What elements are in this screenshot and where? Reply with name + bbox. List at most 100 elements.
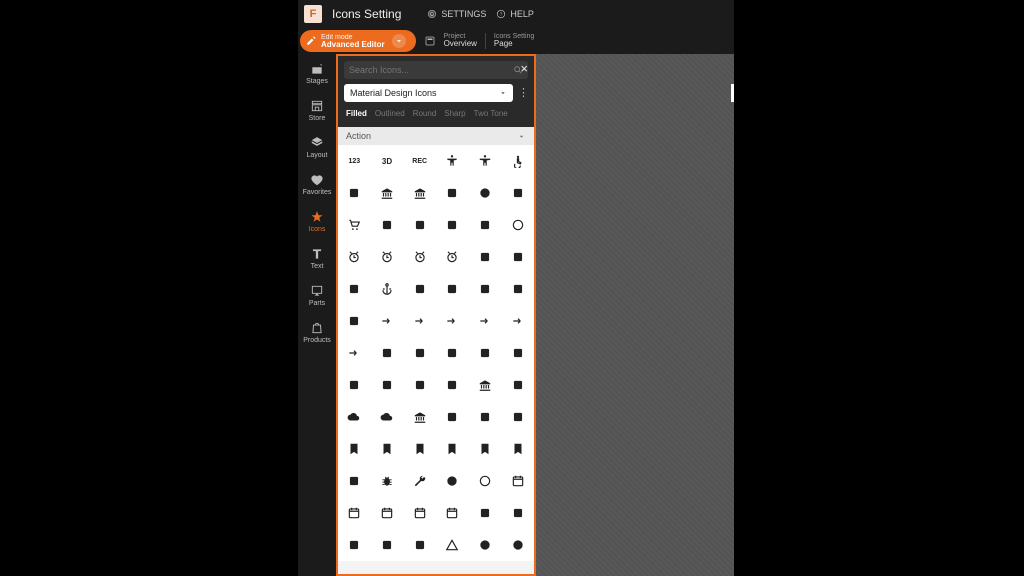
edit-mode-pill[interactable]: Edit mode Advanced Editor — [300, 30, 416, 52]
icon-article[interactable] — [371, 337, 404, 369]
icon-card-travel[interactable] — [403, 529, 436, 561]
icon-calendar-month[interactable] — [501, 465, 534, 497]
close-panel-button[interactable]: × — [520, 62, 528, 75]
sidebar-item-products[interactable]: Products — [300, 321, 334, 344]
icon-admin-panel-settings[interactable] — [469, 209, 502, 241]
style-tab-two-tone[interactable]: Two Tone — [474, 109, 508, 118]
icon-build[interactable] — [403, 465, 436, 497]
icon-assignment[interactable] — [469, 337, 502, 369]
icon-bookmarks[interactable] — [501, 433, 534, 465]
library-select[interactable]: Material Design Icons — [344, 84, 513, 102]
icon-anchor[interactable] — [371, 273, 404, 305]
panel-more-button[interactable]: ⋮ — [518, 91, 528, 95]
search-field[interactable] — [344, 61, 528, 79]
icon-assignment-late[interactable] — [338, 369, 371, 401]
icon-change-history[interactable] — [436, 529, 469, 561]
style-tab-round[interactable]: Round — [413, 109, 437, 118]
icon-bookmark-add[interactable] — [371, 433, 404, 465]
icon-assignment-ind[interactable] — [501, 337, 534, 369]
style-tab-sharp[interactable]: Sharp — [444, 109, 465, 118]
icon-add-shopping-cart[interactable] — [338, 209, 371, 241]
category-header[interactable]: Action — [338, 127, 534, 145]
icon-ads-click[interactable] — [501, 209, 534, 241]
icon-assignment-turned-in[interactable] — [436, 369, 469, 401]
icon-cancel-schedule-send[interactable] — [501, 497, 534, 529]
icon-app-shortcut[interactable] — [338, 305, 371, 337]
icon-arrow-circle-left[interactable] — [403, 305, 436, 337]
icon-123[interactable]: 123 — [338, 145, 371, 177]
icon-bookmark[interactable] — [338, 433, 371, 465]
icon-bug-report[interactable] — [371, 465, 404, 497]
search-input[interactable] — [349, 65, 513, 75]
icon-account-circle[interactable] — [469, 177, 502, 209]
icon-bookmark-remove[interactable] — [469, 433, 502, 465]
icon-api[interactable] — [469, 273, 502, 305]
icon-arrow-right-alt[interactable] — [338, 337, 371, 369]
icon-check-circle-outline[interactable] — [501, 529, 534, 561]
sidebar-item-favorites[interactable]: Favorites — [300, 173, 334, 196]
icon-backup-table[interactable] — [371, 401, 404, 433]
icon-calendar-view-day[interactable] — [371, 497, 404, 529]
icon-autorenew[interactable] — [501, 369, 534, 401]
icon-book[interactable] — [469, 401, 502, 433]
icon-arrow-circle-up[interactable] — [469, 305, 502, 337]
icon-arrow-circle-right[interactable] — [436, 305, 469, 337]
icon-android[interactable] — [403, 273, 436, 305]
icon-assessment[interactable] — [436, 337, 469, 369]
icon-announcement[interactable] — [436, 273, 469, 305]
icon-calendar-view-month[interactable] — [403, 497, 436, 529]
icon-backup[interactable] — [338, 401, 371, 433]
icon-build-circle[interactable] — [436, 465, 469, 497]
help-link[interactable]: ? HELP — [496, 9, 534, 19]
style-tab-outlined[interactable]: Outlined — [375, 109, 405, 118]
icon-accessible[interactable] — [501, 145, 534, 177]
icon-analytics[interactable] — [338, 273, 371, 305]
icon-account-balance[interactable] — [371, 177, 404, 209]
icon-assured-workload[interactable] — [469, 369, 502, 401]
canvas-object[interactable] — [731, 84, 734, 102]
icon-add-card[interactable] — [501, 177, 534, 209]
icon-accessibility-new[interactable] — [469, 145, 502, 177]
icon-accessible-forward[interactable] — [338, 177, 371, 209]
icon-alarm-on[interactable] — [436, 241, 469, 273]
icon-account-balance-wallet[interactable] — [403, 177, 436, 209]
icon-assignment-return[interactable] — [371, 369, 404, 401]
icon-browse-gallery[interactable] — [338, 465, 371, 497]
icon-aspect-ratio[interactable] — [403, 337, 436, 369]
icon-book-online[interactable] — [501, 401, 534, 433]
crumb-page[interactable]: Icons Setting Page — [494, 33, 534, 49]
icon-alarm[interactable] — [338, 241, 371, 273]
icon-batch-prediction[interactable] — [436, 401, 469, 433]
icon-addchart[interactable] — [436, 209, 469, 241]
sidebar-item-layout[interactable]: Layout — [300, 136, 334, 159]
settings-link[interactable]: SETTINGS — [427, 9, 486, 19]
icon-assignment-returned[interactable] — [403, 369, 436, 401]
crumb-project[interactable]: Project Overview — [444, 33, 477, 49]
icon-balance[interactable] — [403, 401, 436, 433]
icon-cached[interactable] — [469, 465, 502, 497]
icon-alarm-add[interactable] — [371, 241, 404, 273]
icon-bookmark-added[interactable] — [403, 433, 436, 465]
sidebar-item-text[interactable]: Text — [300, 247, 334, 270]
icon-rec[interactable]: REC — [403, 145, 436, 177]
icon-calendar-today[interactable] — [338, 497, 371, 529]
icon-3d-rotation[interactable]: 3D — [371, 145, 404, 177]
icon-all-out[interactable] — [501, 241, 534, 273]
icon-add-to-drive[interactable] — [403, 209, 436, 241]
icon-card-giftcard[interactable] — [338, 529, 371, 561]
sidebar-item-parts[interactable]: Parts — [300, 284, 334, 307]
icon-add-task[interactable] — [371, 209, 404, 241]
icon-alarm-off[interactable] — [403, 241, 436, 273]
icon-card-membership[interactable] — [371, 529, 404, 561]
icon-arrow-outward[interactable] — [501, 305, 534, 337]
icon-account-box[interactable] — [436, 177, 469, 209]
icon-app-blocking[interactable] — [501, 273, 534, 305]
icon-check-circle[interactable] — [469, 529, 502, 561]
sidebar-item-icons[interactable]: Icons — [300, 210, 334, 233]
icon-arrow-circle-down[interactable] — [371, 305, 404, 337]
icon-camera-enhance[interactable] — [469, 497, 502, 529]
icon-bookmark-border[interactable] — [436, 433, 469, 465]
sidebar-item-store[interactable]: Store — [300, 99, 334, 122]
sidebar-item-stages[interactable]: Stages — [300, 62, 334, 85]
icon-accessibility[interactable] — [436, 145, 469, 177]
